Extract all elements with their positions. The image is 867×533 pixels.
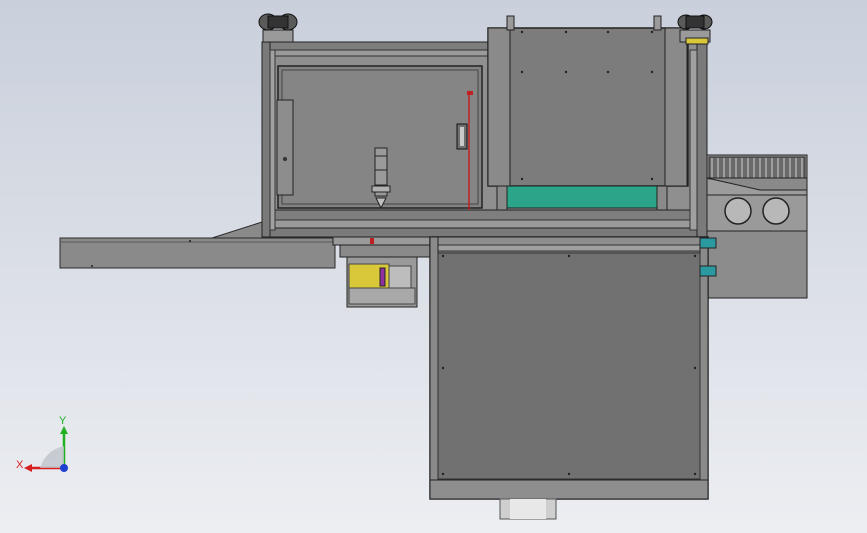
top-left-caster: [258, 13, 298, 43]
machine-top-view-drawing[interactable]: [0, 0, 867, 533]
right-upper-module: [487, 15, 689, 211]
y-axis-arrow: [60, 426, 68, 434]
lower-cabinet: [429, 236, 717, 520]
axis-triad: Y X: [16, 415, 68, 472]
cad-viewport[interactable]: Y X: [0, 0, 867, 533]
x-axis-label: X: [16, 459, 24, 471]
center-drive-mechanism: [332, 236, 434, 308]
y-axis-label: Y: [59, 415, 67, 427]
right-exhaust-unit: [706, 154, 808, 299]
top-right-caster: [677, 14, 713, 45]
z-axis-dot: [60, 464, 68, 472]
left-chamber: [276, 65, 483, 210]
x-axis-arrow: [24, 464, 32, 472]
triad-plane: [40, 446, 64, 468]
